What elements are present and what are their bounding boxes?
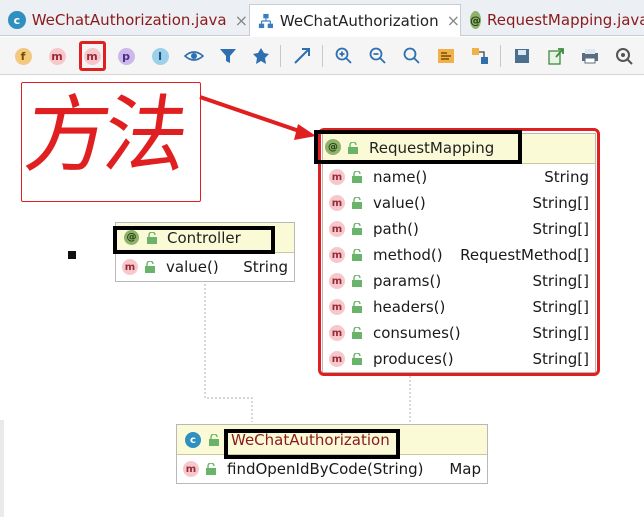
member-row[interactable]: m findOpenIdByCode(String) Map <box>177 455 487 483</box>
title-redaction-box <box>113 226 275 254</box>
member-row[interactable]: m value() String <box>116 253 294 281</box>
member-type: Map <box>449 460 481 478</box>
class-c-icon: c <box>185 432 201 448</box>
public-lock-icon <box>145 261 155 273</box>
member-name: value() <box>166 258 219 276</box>
title-redaction-box <box>314 130 522 164</box>
requestmapping-highlight <box>318 128 600 376</box>
handwritten-note: 方法 <box>19 86 190 184</box>
public-lock-icon <box>206 463 216 475</box>
member-name: findOpenIdByCode(String) <box>227 460 424 478</box>
handwritten-annotation: 方法 <box>19 82 201 202</box>
method-icon: m <box>122 259 138 275</box>
method-icon: m <box>183 461 199 477</box>
member-type: String <box>243 258 288 276</box>
public-lock-icon <box>209 434 219 446</box>
title-redaction-box <box>224 429 400 459</box>
